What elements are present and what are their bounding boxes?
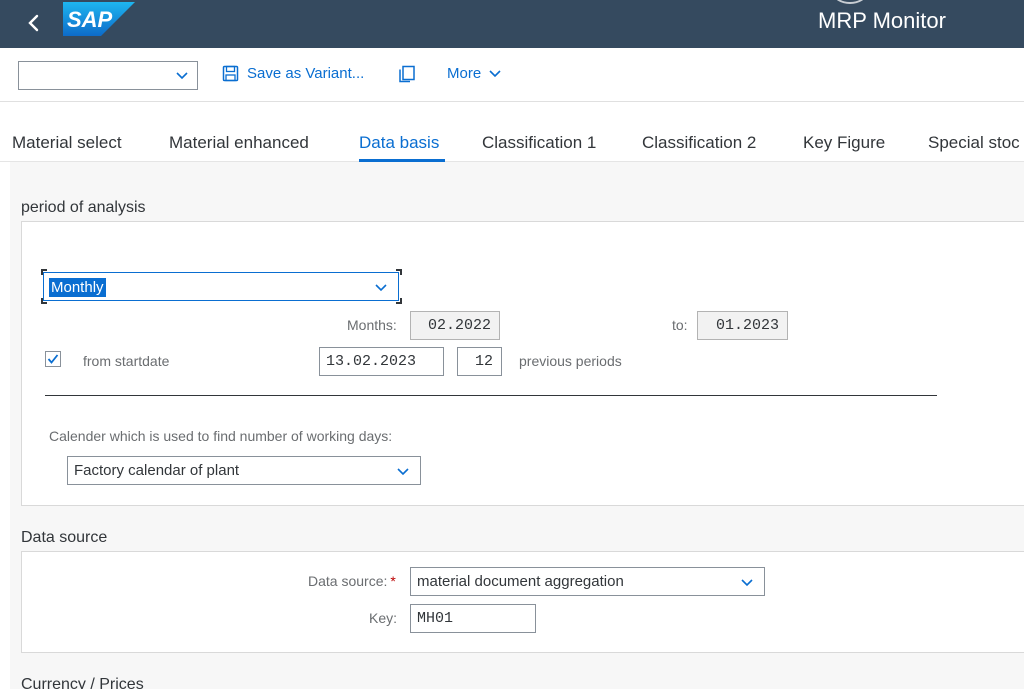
tab-classification-1[interactable]: Classification 1 [482,133,596,153]
period-type-select[interactable]: Monthly [43,272,399,301]
variant-select[interactable] [18,61,198,90]
sap-logo[interactable]: SAP [63,2,135,36]
required-indicator: * [390,573,396,589]
toolbar: Save as Variant... More [0,48,1024,102]
data-source-section-title: Data source [21,529,108,546]
chevron-down-icon [489,69,501,77]
previous-periods-label: previous periods [519,353,622,369]
tab-classification-2[interactable]: Classification 2 [642,133,756,153]
focus-corner [396,298,402,304]
periods-count-input[interactable]: 12 [457,347,502,376]
sap-logo-text: SAP [67,7,113,32]
data-source-value: material document aggregation [417,573,624,590]
save-as-variant-button[interactable]: Save as Variant... [222,65,364,82]
save-icon [222,65,239,82]
tab-special-stock[interactable]: Special stoc [928,133,1020,153]
key-label: Key: [369,610,398,626]
more-button[interactable]: More [447,65,502,82]
focus-corner [41,269,47,275]
chevron-down-icon [741,579,753,587]
to-label: to: [672,317,688,333]
data-source-label: Data source: * [308,573,396,589]
divider [45,395,937,396]
chevron-down-icon [176,72,188,80]
focus-corner [41,298,47,304]
from-startdate-label: from startdate [83,353,170,369]
key-input[interactable]: MH01 [410,604,536,633]
calendar-select[interactable]: Factory calendar of plant [67,456,421,485]
focus-corner [396,269,402,275]
checkmark-icon [47,354,59,364]
months-to-field: 01.2023 [697,311,788,340]
shell-bar: SAP MRP Monitor [0,0,1024,48]
tab-data-basis[interactable]: Data basis [359,133,439,153]
tab-bar: Material select Material enhanced Data b… [0,102,1024,162]
tab-key-figure[interactable]: Key Figure [803,133,885,153]
months-label: Months: [347,317,397,333]
app-title: MRP Monitor [818,8,946,33]
tab-material-select[interactable]: Material select [12,133,122,153]
chevron-down-icon [397,468,409,476]
more-label: More [447,65,482,82]
tab-material-enhanced[interactable]: Material enhanced [169,133,309,153]
period-section-title: period of analysis [21,199,146,216]
period-type-value: Monthly [49,278,106,297]
calendar-value: Factory calendar of plant [74,462,240,479]
copy-icon [399,65,415,83]
back-arrow-icon[interactable] [22,9,46,37]
copy-button[interactable] [398,65,424,83]
startdate-input[interactable]: 13.02.2023 [319,347,444,376]
data-source-select[interactable]: material document aggregation [410,567,765,596]
avatar[interactable] [833,0,867,4]
chevron-down-icon [375,284,387,292]
currency-section-title: Currency / Prices [21,676,144,689]
from-startdate-checkbox[interactable] [45,351,61,367]
months-from-field: 02.2022 [410,311,500,340]
calendar-label: Calender which is used to find number of… [49,428,393,444]
save-as-variant-label: Save as Variant... [247,65,365,82]
